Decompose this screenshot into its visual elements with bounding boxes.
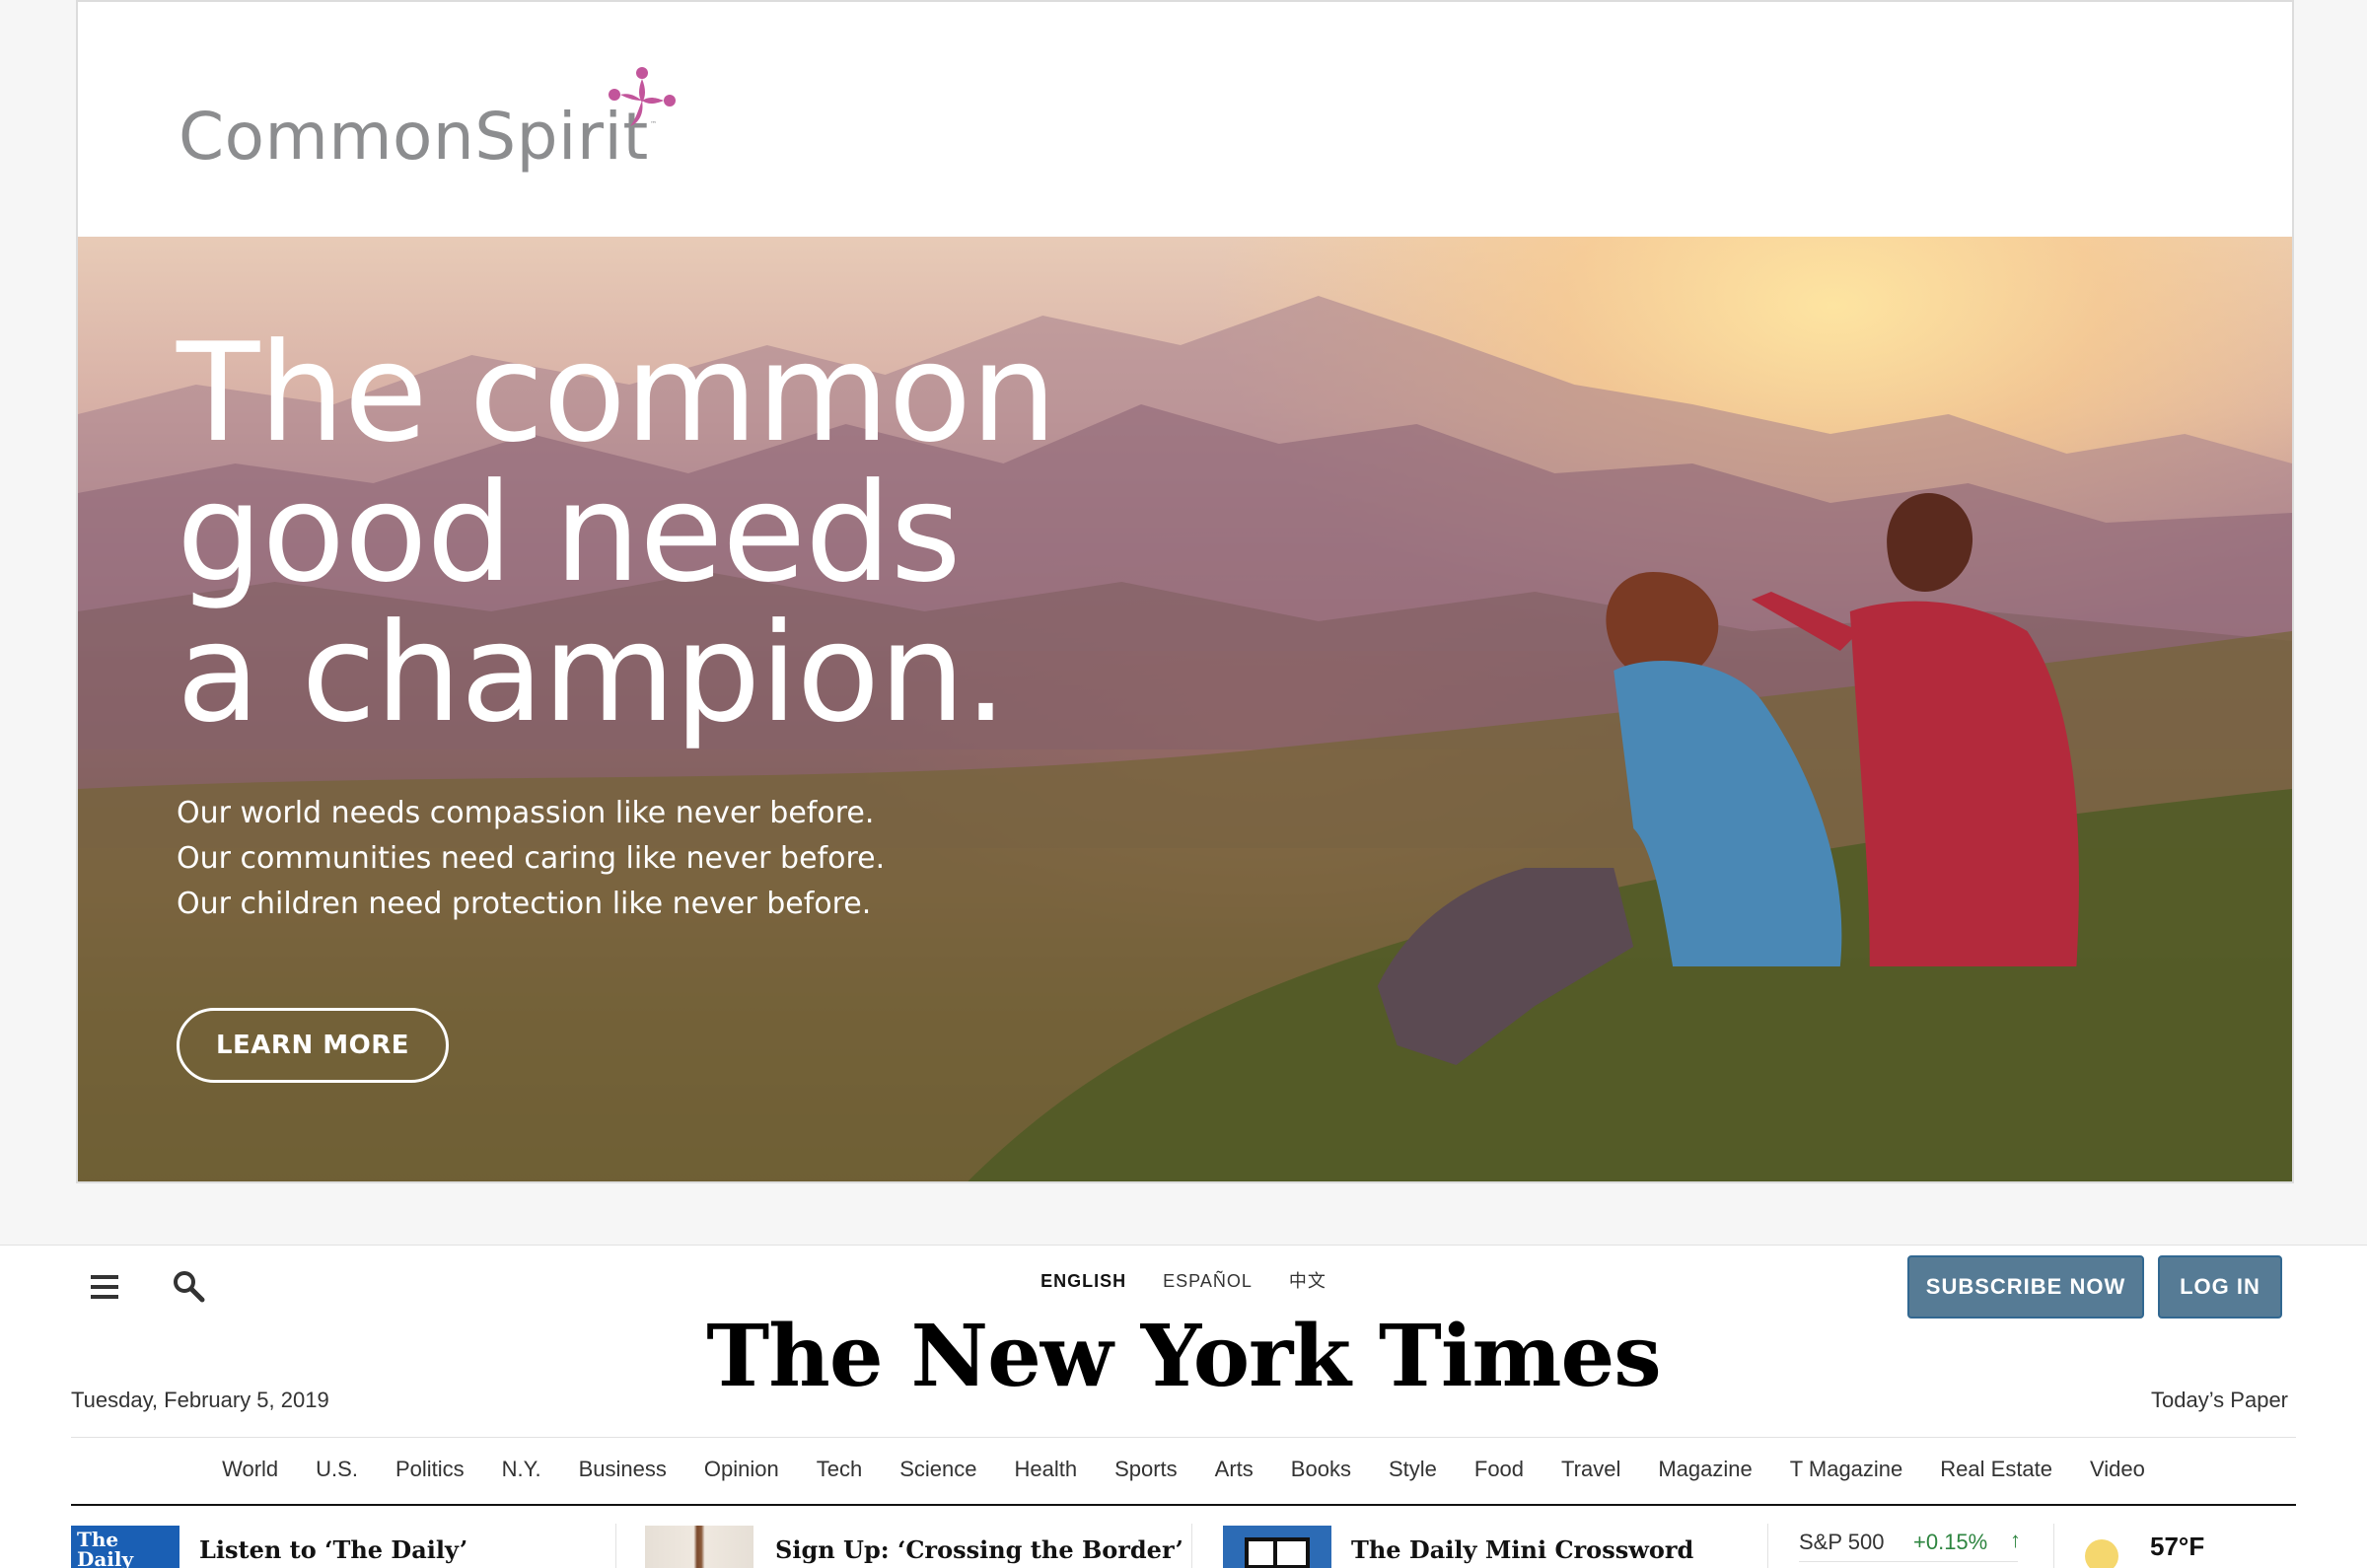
- the-daily-link[interactable]: Listen to ‘The Daily’: [199, 1535, 467, 1564]
- nav-link-us[interactable]: U.S.: [316, 1457, 358, 1482]
- nav-link-ny[interactable]: N.Y.: [502, 1457, 541, 1482]
- ad-banner[interactable]: CommonSpirit ™ The common good needs a c…: [76, 0, 2294, 1183]
- sun-weather-icon: [2085, 1539, 2118, 1568]
- nav-link-travel[interactable]: Travel: [1561, 1457, 1620, 1482]
- current-date: Tuesday, February 5, 2019: [71, 1388, 329, 1412]
- mini-crossword-link[interactable]: The Daily Mini Crossword: [1351, 1535, 1693, 1564]
- nav-divider-top: [71, 1437, 2296, 1438]
- market-index-label[interactable]: S&P 500: [1799, 1530, 1884, 1555]
- strip-divider: [615, 1524, 616, 1568]
- ad-hero-image: The common good needs a champion. Our wo…: [78, 237, 2292, 1181]
- ad-headline: The common good needs a champion.: [177, 314, 1057, 752]
- body-line-2: Our communities need caring like never b…: [177, 841, 886, 876]
- nav-link-opinion[interactable]: Opinion: [704, 1457, 779, 1482]
- nav-link-food[interactable]: Food: [1474, 1457, 1524, 1482]
- nav-link-world[interactable]: World: [222, 1457, 278, 1482]
- headline-line-3: a champion.: [177, 594, 1007, 752]
- strip-divider: [1767, 1524, 1768, 1568]
- nav-link-style[interactable]: Style: [1389, 1457, 1437, 1482]
- ad-body-copy: Our world needs compassion like never be…: [177, 791, 885, 927]
- nav-link-tech[interactable]: Tech: [817, 1457, 862, 1482]
- nav-link-t-magazine[interactable]: T Magazine: [1790, 1457, 1903, 1482]
- the-daily-badge[interactable]: The Daily: [71, 1526, 179, 1568]
- nav-link-real-estate[interactable]: Real Estate: [1940, 1457, 2052, 1482]
- learn-more-button[interactable]: LEARN MORE: [177, 1008, 449, 1083]
- market-index-value: +0.15%: [1913, 1530, 1988, 1554]
- todays-paper-link[interactable]: Today’s Paper: [2151, 1388, 2288, 1413]
- commonspirit-logo-icon: ™: [609, 67, 676, 128]
- border-promo-thumbnail[interactable]: [645, 1526, 753, 1568]
- ad-brand-bar: CommonSpirit ™: [78, 2, 2292, 237]
- nav-link-magazine[interactable]: Magazine: [1658, 1457, 1752, 1482]
- crossword-thumbnail-icon[interactable]: [1223, 1526, 1331, 1568]
- temperature-readout[interactable]: 57°F: [2150, 1532, 2204, 1562]
- nav-link-science[interactable]: Science: [899, 1457, 976, 1482]
- nav-divider-bottom: [71, 1504, 2296, 1506]
- commonspirit-logo-text: CommonSpirit: [179, 99, 649, 175]
- nav-link-business[interactable]: Business: [579, 1457, 667, 1482]
- crossing-the-border-link[interactable]: Sign Up: ‘Crossing the Border’: [775, 1535, 1184, 1564]
- edition-chinese-link[interactable]: 中文: [1289, 1271, 1327, 1291]
- nyt-header: ENGLISH ESPAÑOL 中文 SUBSCRIBE NOW LOG IN …: [0, 1245, 2367, 1568]
- nav-link-video[interactable]: Video: [2090, 1457, 2145, 1482]
- nav-link-health[interactable]: Health: [1014, 1457, 1077, 1482]
- body-line-3: Our children need protection like never …: [177, 887, 872, 921]
- market-up-arrow-icon: ↑: [2010, 1528, 2021, 1552]
- strip-divider: [1191, 1524, 1192, 1568]
- market-underline: [1799, 1561, 2018, 1562]
- edition-spanish-link[interactable]: ESPAÑOL: [1163, 1271, 1253, 1291]
- headline-line-1: The common: [177, 314, 1057, 472]
- nyt-masthead-logo[interactable]: The New York Times: [0, 1307, 2367, 1406]
- promo-strip: The Daily Listen to ‘The Daily’ Sign Up:…: [71, 1510, 2296, 1568]
- section-nav: World U.S. Politics N.Y. Business Opinio…: [0, 1457, 2367, 1482]
- nav-link-books[interactable]: Books: [1291, 1457, 1351, 1482]
- nav-link-arts[interactable]: Arts: [1215, 1457, 1254, 1482]
- strip-divider: [2053, 1524, 2054, 1568]
- nav-link-sports[interactable]: Sports: [1114, 1457, 1178, 1482]
- headline-line-2: good needs: [177, 454, 962, 612]
- body-line-1: Our world needs compassion like never be…: [177, 796, 875, 830]
- trademark-symbol: ™: [650, 120, 657, 128]
- nav-link-politics[interactable]: Politics: [395, 1457, 465, 1482]
- edition-english-link[interactable]: ENGLISH: [1040, 1271, 1126, 1291]
